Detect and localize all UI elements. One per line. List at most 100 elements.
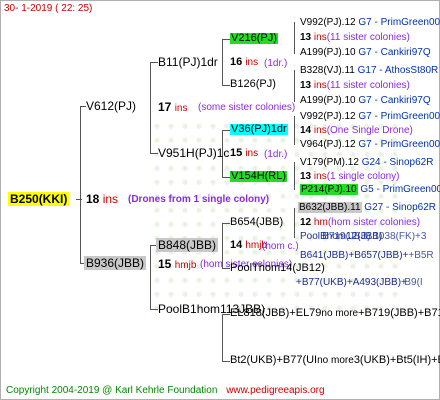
copyright-text: Copyright 2004-2019 @ Karl Kehrle Founda… — [6, 385, 218, 396]
g2c-queen[interactable]: B848(JBB) — [156, 238, 219, 252]
g4-row-13-note: (hom sister colonies) — [327, 217, 421, 228]
g2b-ins-group: 15 ins — [230, 148, 258, 159]
line-g2d-branch — [222, 314, 223, 362]
copyright-footer: Copyright 2004-2019 @ Karl Kehrle Founda… — [6, 386, 325, 396]
g4-row-0-name: V992(PJ).12 — [300, 17, 356, 28]
g4-row-1: 13 ins(11 sister colonies) — [300, 33, 410, 43]
line — [222, 361, 230, 362]
g1-top-note: (some sister colonies) — [198, 102, 296, 113]
g4-row-9[interactable]: V179(PM).12 G24 - Sinop62R — [300, 158, 433, 168]
line — [150, 309, 158, 310]
g4-row-13-ins: 12 — [300, 217, 312, 228]
g3-queen-7-suffix2: 3(UKB)+Bt5(IH)+Bt — [353, 354, 440, 366]
g4-row-11-info: G5 - PrimGreen00 — [360, 184, 440, 195]
root-ins-label: ins — [102, 192, 119, 206]
line-g3-branch — [294, 22, 295, 54]
line-g1-bottom-branch — [150, 245, 151, 310]
g3-queen-2[interactable]: V36(PJ)1dr — [230, 124, 288, 135]
g4-row-10-note: (1 single colony) — [326, 171, 400, 182]
g2b-note: (1dr.) — [264, 149, 288, 160]
line-g1-top-branch — [150, 62, 151, 154]
g4-row-2-info: G7 - Cankiri97Q — [358, 47, 431, 58]
line — [222, 177, 230, 178]
g4-row-7-ins: 14 — [300, 125, 312, 136]
g2a-ins-count: 16 — [230, 56, 243, 68]
g1-top-queen[interactable]: V612(PJ) — [86, 100, 136, 112]
root-queen[interactable]: B250(KKI) — [8, 192, 70, 206]
g3-queen-0[interactable]: V216(PJ) — [230, 33, 278, 44]
g2c-note: (hom c.) — [262, 241, 299, 252]
g4-row-9-name: V179(PM).12 — [300, 157, 359, 168]
g4-row-12-name: B632(JBB).11 — [298, 202, 362, 213]
g4-row-10: 13 ins(1 single colony) — [300, 172, 400, 182]
g3-queen-7-name: Bt2(UKB)+B77(UI — [230, 354, 318, 366]
g3-queen-6[interactable]: EL818(JBB)+EL79no more+B719(JBB)+B717( — [230, 308, 440, 319]
root-ins-group: 18 ins — [86, 193, 118, 205]
g4-row-3[interactable]: B328(VJ).11 G17 - AthosSt80R — [300, 66, 438, 76]
g4-row-11[interactable]: P214(PJ).10 G5 - PrimGreen00 — [300, 184, 440, 195]
g3-queen-5-name: PoolThom14(JB — [230, 262, 309, 274]
g4-row-7: 14 ins(One Single Drone) — [300, 126, 413, 136]
g3-queen-6-name: EL818(JBB)+EL79 — [230, 307, 322, 319]
g1-bottom-queen[interactable]: B936(JBB) — [84, 256, 147, 270]
line-g3-branch — [294, 208, 295, 238]
g4-row-1-ins: 13 — [300, 32, 312, 43]
root-note: (Drones from 1 single colony) — [128, 194, 270, 205]
g4-row-7-label: ins — [313, 125, 327, 136]
g4-row-12[interactable]: B632(JBB).11 G27 - Sinop62R — [298, 202, 437, 213]
g4-row-6[interactable]: V992(PJ).12 G7 - PrimGreen00 — [300, 112, 440, 122]
g4-row-13-label: hm — [313, 217, 328, 228]
g4-row-5[interactable]: A199(PJ).10 G7 - Cankiri97Q — [300, 96, 431, 106]
g4-row-4: 13 ins(11 sister colonies) — [300, 81, 410, 91]
g4-row-12-info: G27 - Sinop62R — [364, 202, 437, 213]
g3-queen-7-suffix: no more — [317, 355, 354, 366]
date-header: 30- 1-2019 ( 22: 25) — [4, 3, 93, 14]
g4-row-8-info: G7 - PrimGreen00 — [358, 139, 440, 150]
g2b-ins-label: ins — [245, 148, 259, 159]
g2a-ins-group: 16 ins — [230, 57, 258, 68]
g1-top-ins-label: ins — [174, 103, 188, 114]
line — [222, 130, 230, 131]
g4-row-8-name: V964(PJ).12 — [300, 139, 356, 150]
root-ins-count: 18 — [86, 192, 100, 206]
g4-row-14[interactable]: PoolBhom12(JBB) B719(JBB).1038(FK)+3 — [300, 232, 438, 242]
line — [76, 199, 82, 200]
g4-row-10-label: ins — [313, 171, 327, 182]
g4-row-2-name: A199(PJ).10 — [300, 47, 356, 58]
g4-row-9-info: G24 - Sinop62R — [361, 157, 434, 168]
g4-row-4-ins: 13 — [300, 80, 312, 91]
line-g3-branch — [294, 116, 295, 145]
site-link[interactable]: www.pedigreeapis.org — [226, 385, 324, 396]
g2d-queen-name: PoolB1hom11 — [158, 302, 233, 316]
g3-queen-1[interactable]: B126(PJ) — [230, 79, 276, 90]
g2c-ins-count: 14 — [230, 239, 243, 251]
line — [150, 153, 158, 154]
g4-row-2[interactable]: A199(PJ).10 G7 - Cankiri97Q — [300, 48, 431, 58]
g4-row-16[interactable]: +B77(UKB)+A493(JBB)+ B9(I — [296, 278, 438, 288]
g2a-ins-label: ins — [245, 57, 259, 68]
g1-bottom-ins-count: 15 — [158, 257, 172, 271]
line — [150, 62, 158, 63]
g4-row-3-info: G17 - AthosSt80R — [357, 65, 439, 76]
g3-queen-7[interactable]: Bt2(UKB)+B77(UIno more3(UKB)+Bt5(IH)+Bt — [230, 355, 440, 366]
g3-queen-6-suffix: no more — [321, 308, 359, 319]
g3-queen-5[interactable]: PoolThom14(JB12) — [230, 263, 325, 274]
g2a-queen[interactable]: B11(PJ)1dr — [158, 56, 218, 68]
g4-row-15-overlap: +B5R — [300, 251, 434, 261]
line — [222, 85, 230, 86]
g4-row-1-note: (11 sister colonies) — [326, 32, 410, 43]
g4-row-0[interactable]: V992(PJ).12 G7 - PrimGreen00 — [300, 18, 440, 28]
g4-row-15[interactable]: B641(JBB)+B657(JBB)+ +B5R — [300, 251, 438, 261]
line-g2a-branch — [222, 39, 223, 86]
g1-bottom-ins-group: 15 hmjb — [158, 258, 196, 271]
g3-queen-4[interactable]: B654(JBB) — [230, 217, 283, 228]
g3-queen-3[interactable]: V154H(RL) — [230, 171, 288, 182]
g4-row-8[interactable]: V964(PJ).12 G7 - PrimGreen00 — [300, 140, 440, 150]
g3-queen-6-suffix2: +B719(JBB)+B717( — [358, 307, 440, 319]
g2b-ins-count: 15 — [230, 147, 243, 159]
g4-row-6-info: G7 - PrimGreen00 — [358, 111, 440, 122]
g1-bottom-ins-label: hmjb — [174, 260, 197, 271]
g2b-queen[interactable]: V951H(PJ)1c — [158, 147, 229, 159]
g1-top-ins-count: 17 — [158, 100, 172, 114]
g4-row-13: 12 hm(hom sister colonies) — [300, 218, 420, 228]
